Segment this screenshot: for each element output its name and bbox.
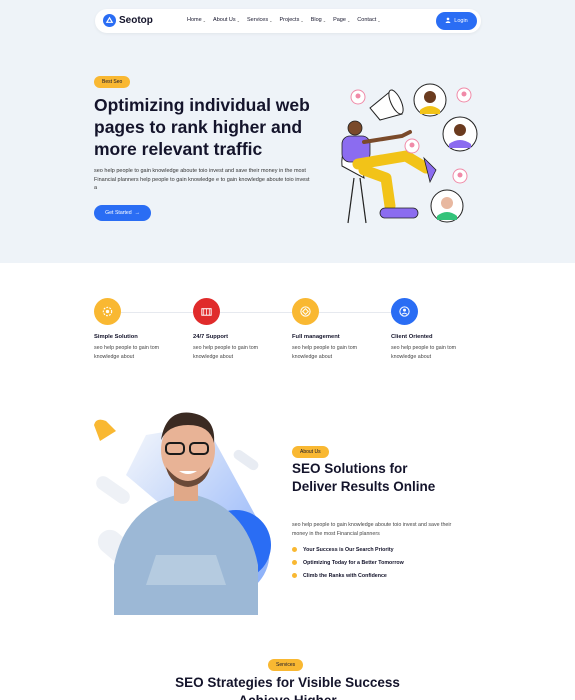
checklist-text: Climb the Ranks with Confidence [303,572,387,579]
hero-illustration [341,83,478,224]
hero-badge: Best Seo [94,76,131,88]
bullet-dot-icon [292,547,297,552]
feature-card: 24/7 Support seo help people to gain tom… [193,298,283,361]
logo-icon [103,14,116,27]
user-icon [445,17,451,25]
about-checklist: Your Success is Our Search Priority Opti… [292,543,404,582]
nav-label: Blog [310,17,322,23]
checklist-text: Your Success is Our Search Priority [303,546,394,553]
nav-label: Projects [279,17,300,23]
chevron-down-icon: ⌄ [269,17,273,23]
features-section: Simple Solution seo help people to gain … [94,298,494,368]
nav-item-blog[interactable]: Blog ⌄ [311,17,326,23]
chevron-down-icon: ⌄ [300,17,304,23]
login-button[interactable]: Login [436,12,477,30]
login-label: Login [454,18,468,24]
feature-card: Full management seo help people to gain … [292,298,382,361]
landing-page: Seotop Home ⌄ About Us ⌄ Services ⌄ Project… [0,0,575,700]
feature-description: seo help people to gain tom knowledge ab… [391,345,457,360]
nav-item-projects[interactable]: Projects ⌄ [279,17,303,23]
about-image [94,412,271,615]
feature-title: Client Oriented [391,334,433,340]
nav-item-services[interactable]: Services ⌄ [247,17,272,23]
feature-description: seo help people to gain tom knowledge ab… [193,345,259,360]
nav-label: Services [247,17,269,23]
bullet-dot-icon [292,560,297,565]
logo[interactable]: Seotop [103,14,153,27]
feature-card: Client Oriented seo help people to gain … [391,298,481,361]
checklist-item: Optimizing Today for a Better Tomorrow [292,556,404,569]
bullet-dot-icon [292,573,297,578]
management-icon [292,298,319,325]
services-badge: Services [268,659,304,671]
cta-label: Get Started [105,210,132,216]
checklist-text: Optimizing Today for a Better Tomorrow [303,559,404,566]
feature-title: 24/7 Support [193,334,229,340]
feature-title: Simple Solution [94,334,138,340]
chevron-down-icon: ⌄ [236,17,241,23]
logo-text: Seotop [119,15,153,26]
about-description: seo help people to gain knowledge aboute… [292,522,452,537]
nav-menu: Home ⌄ About Us ⌄ Services ⌄ Projects ⌄ Blog… [187,17,381,23]
feature-description: seo help people to gain tom knowledge ab… [94,345,160,360]
nav-label: About Us [213,17,236,23]
chevron-down-icon: ⌄ [202,17,207,23]
chevron-down-icon: ⌄ [346,17,351,23]
nav-label: Home [187,17,202,23]
arrow-right-icon: → [134,210,140,216]
feature-card: Simple Solution seo help people to gain … [94,298,184,361]
services-title: SEO Strategies for Visible Success Achie… [175,675,400,700]
about-badge: About Us [292,446,329,458]
chevron-down-icon: ⌄ [322,17,327,23]
get-started-button[interactable]: Get Started → [94,205,151,221]
nav-label: Contact [357,17,377,23]
nav-item-page[interactable]: Page ⌄ [333,17,350,23]
nav-label: Page [333,17,346,23]
nav-item-contact[interactable]: Contact ⌄ [357,17,380,23]
hero-title: Optimizing individual web pages to rank … [94,95,310,159]
about-title: SEO Solutions for Deliver Results Online [292,461,436,494]
feature-description: seo help people to gain tom knowledge ab… [292,345,358,360]
feature-title: Full management [292,334,340,340]
support-icon [193,298,220,325]
hero-description: seo help people to gain knowledge aboute… [94,168,310,191]
client-icon [391,298,418,325]
top-navbar: Seotop Home ⌄ About Us ⌄ Services ⌄ Project… [95,9,481,33]
chevron-down-icon: ⌄ [377,17,381,23]
checklist-item: Your Success is Our Search Priority [292,543,404,556]
nav-item-about[interactable]: About Us ⌄ [213,17,240,23]
checklist-item: Climb the Ranks with Confidence [292,569,404,582]
settings-icon [94,298,121,325]
nav-item-home[interactable]: Home ⌄ [187,17,206,23]
hero-section: Seotop Home ⌄ About Us ⌄ Services ⌄ Project… [0,0,575,263]
